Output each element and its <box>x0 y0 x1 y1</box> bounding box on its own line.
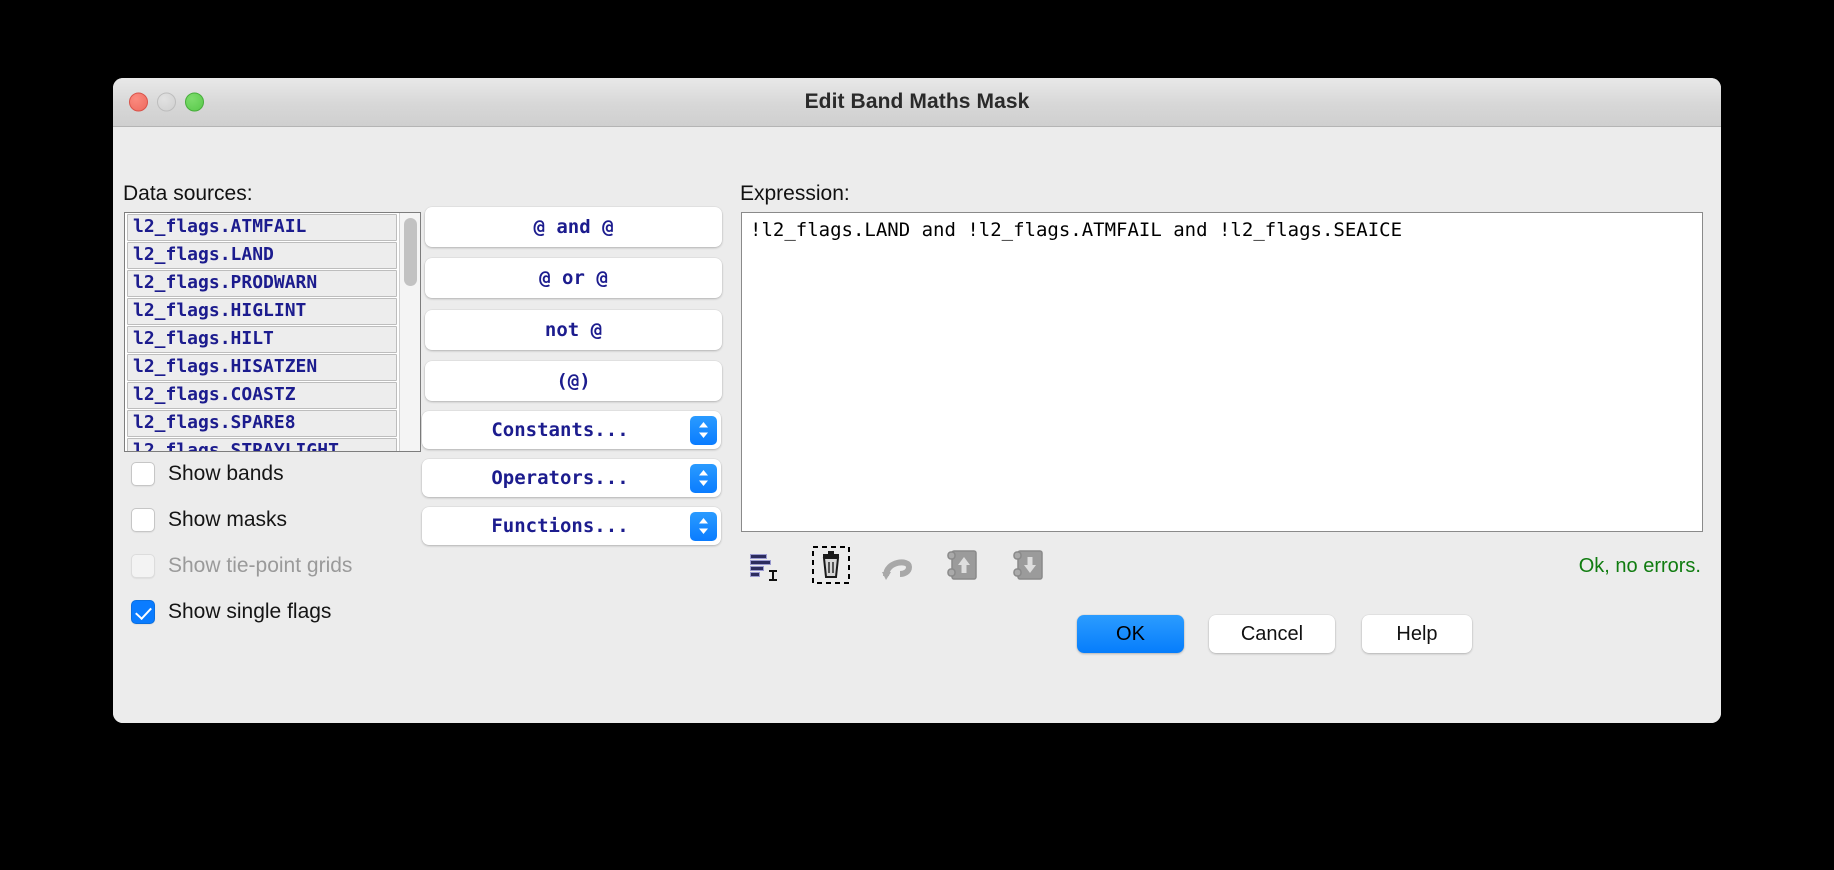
maximize-window-icon[interactable] <box>185 92 204 112</box>
window-title: Edit Band Maths Mask <box>804 90 1030 113</box>
data-sources-label: Data sources: <box>123 182 253 205</box>
operators-dropdown[interactable]: Operators... <box>422 459 721 497</box>
expression-text[interactable]: !l2_flags.LAND and !l2_flags.ATMFAIL and… <box>750 219 1694 243</box>
expression-label: Expression: <box>740 182 850 205</box>
list-item[interactable]: l2_flags.HIGLINT <box>127 298 397 325</box>
title-bar: Edit Band Maths Mask <box>113 78 1721 127</box>
constants-dropdown[interactable]: Constants... <box>422 411 721 449</box>
insert-not-button[interactable]: not @ <box>425 310 722 350</box>
checkbox-label: Show tie-point grids <box>168 554 353 577</box>
list-item[interactable]: l2_flags.STRAYLIGHT <box>127 438 397 451</box>
data-sources-scrollbar[interactable] <box>399 213 420 451</box>
checkbox-label: Show single flags <box>168 600 332 623</box>
checkbox-box-checked-icon[interactable] <box>131 600 155 624</box>
dialog-content: Data sources: Expression: l2_flags.ATMFA… <box>113 127 1721 723</box>
list-item[interactable]: l2_flags.COASTZ <box>127 382 397 409</box>
insert-or-button[interactable]: @ or @ <box>425 258 722 298</box>
expression-input[interactable]: !l2_flags.LAND and !l2_flags.ATMFAIL and… <box>741 212 1703 532</box>
list-item[interactable]: l2_flags.ATMFAIL <box>127 214 397 241</box>
operators-dropdown-label: Operators... <box>491 467 629 489</box>
save-expression-icon[interactable] <box>1009 545 1049 585</box>
list-item[interactable]: l2_flags.HILT <box>127 326 397 353</box>
checkbox-show-tie-point-grids: Show tie-point grids <box>131 552 352 580</box>
scrollbar-thumb[interactable] <box>404 218 417 286</box>
data-sources-list[interactable]: l2_flags.ATMFAIL l2_flags.LAND l2_flags.… <box>124 212 421 452</box>
checkbox-label: Show masks <box>168 508 288 531</box>
chevron-up-down-icon[interactable] <box>690 463 717 493</box>
constants-dropdown-label: Constants... <box>491 419 629 441</box>
list-item[interactable]: l2_flags.HISATZEN <box>127 354 397 381</box>
clear-icon[interactable] <box>811 545 851 585</box>
chevron-up-down-icon[interactable] <box>690 415 717 445</box>
minimize-window-icon[interactable] <box>157 92 176 112</box>
list-item[interactable]: l2_flags.SPARE8 <box>127 410 397 437</box>
status-message: Ok, no errors. <box>1578 555 1701 577</box>
chevron-up-down-icon[interactable] <box>690 511 717 541</box>
checkbox-show-single-flags[interactable]: Show single flags <box>131 598 331 626</box>
checkbox-label: Show bands <box>168 462 284 485</box>
expression-toolbar <box>745 545 1049 585</box>
cancel-button[interactable]: Cancel <box>1209 615 1335 653</box>
checkbox-box-icon[interactable] <box>131 462 155 486</box>
window-controls <box>129 92 204 112</box>
load-expression-icon[interactable] <box>943 545 983 585</box>
insert-and-button[interactable]: @ and @ <box>425 207 722 247</box>
list-item[interactable]: l2_flags.PRODWARN <box>127 270 397 297</box>
insert-parentheses-button[interactable]: (@) <box>425 361 722 401</box>
close-window-icon[interactable] <box>129 92 148 112</box>
edit-band-maths-mask-dialog: Edit Band Maths Mask Data sources: Expre… <box>113 78 1721 723</box>
functions-dropdown-label: Functions... <box>491 515 629 537</box>
undo-icon[interactable] <box>877 545 917 585</box>
checkbox-show-bands[interactable]: Show bands <box>131 460 284 488</box>
data-sources-list-items[interactable]: l2_flags.ATMFAIL l2_flags.LAND l2_flags.… <box>125 213 399 451</box>
checkbox-show-masks[interactable]: Show masks <box>131 506 287 534</box>
functions-dropdown[interactable]: Functions... <box>422 507 721 545</box>
checkbox-box-icon <box>131 554 155 578</box>
help-button[interactable]: Help <box>1362 615 1472 653</box>
checkbox-box-icon[interactable] <box>131 508 155 532</box>
select-all-icon[interactable] <box>745 545 785 585</box>
ok-button[interactable]: OK <box>1077 615 1184 653</box>
list-item[interactable]: l2_flags.LAND <box>127 242 397 269</box>
